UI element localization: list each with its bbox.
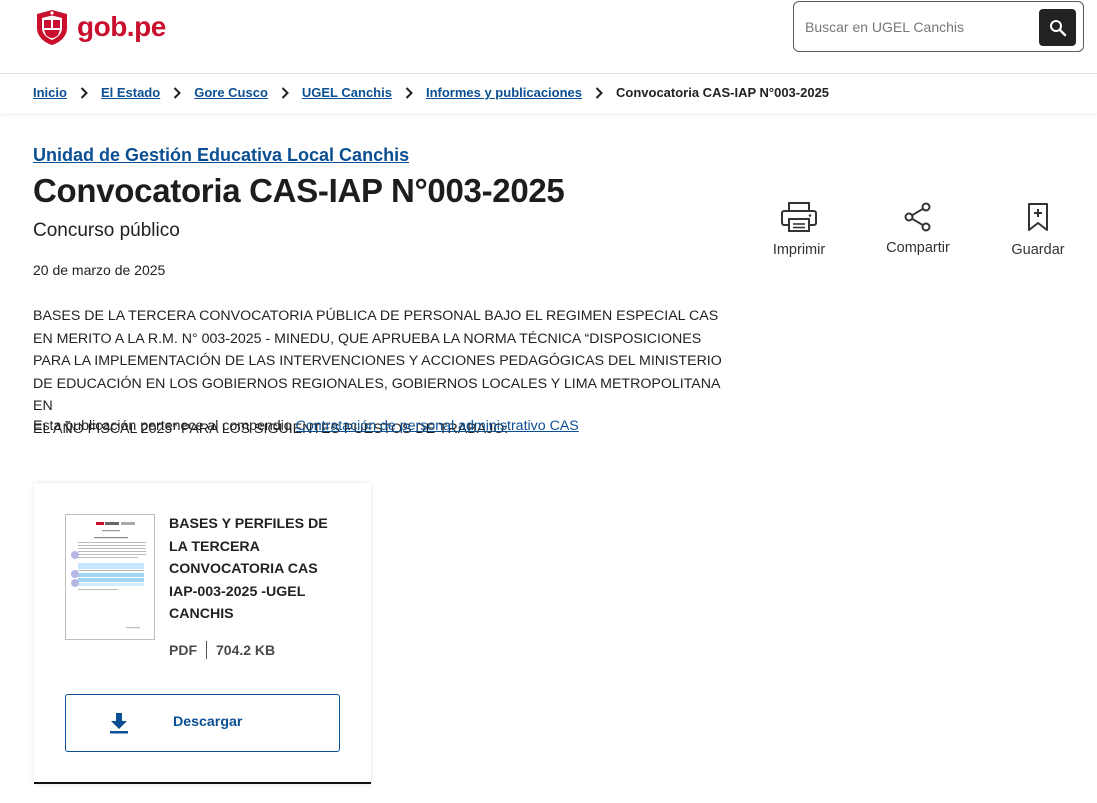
site-header: gob.pe	[0, 0, 1097, 74]
download-button[interactable]: Descargar	[65, 694, 340, 752]
logo-text: gob.pe	[77, 11, 166, 42]
search-box	[793, 1, 1084, 52]
printer-icon	[781, 202, 817, 232]
compendium-link[interactable]: Contratación de personal administrativo …	[296, 418, 579, 434]
print-button[interactable]: Imprimir	[749, 200, 849, 258]
document-title-line: IAP-003-2025 -UGEL	[169, 583, 306, 600]
breadcrumb-el-estado[interactable]: El Estado	[101, 85, 160, 100]
document-meta: PDF 704.2 KB	[169, 641, 275, 659]
chevron-right-icon	[595, 86, 603, 99]
chevron-right-icon	[80, 86, 88, 99]
share-button[interactable]: Compartir	[868, 200, 968, 256]
document-title: BASES Y PERFILES DE LA TERCERA CONVOCATO…	[169, 513, 344, 626]
page-subtitle: Concurso público	[33, 220, 180, 241]
download-icon	[110, 713, 128, 734]
meta-divider	[206, 641, 207, 659]
breadcrumb-bar: Inicio El Estado Gore Cusco UGEL Canchis…	[0, 75, 1097, 113]
search-icon	[1049, 19, 1066, 36]
document-title-line: CONVOCATORIA CAS	[169, 561, 318, 577]
breadcrumb: Inicio El Estado Gore Cusco UGEL Canchis…	[33, 85, 829, 100]
breadcrumb-gore-cusco[interactable]: Gore Cusco	[194, 85, 268, 100]
document-title-line: CANCHIS	[169, 606, 234, 622]
compendium-prefix: Esta publicación pertenece al compendio	[33, 418, 292, 434]
description-line: PARA LA IMPLEMENTACIÓN DE LAS INTERVENCI…	[33, 353, 722, 369]
search-input[interactable]	[805, 16, 1025, 38]
document-title-line: LA TERCERA	[169, 538, 260, 555]
save-label: Guardar	[1011, 242, 1065, 258]
bookmark-icon	[1028, 203, 1048, 231]
breadcrumb-informes[interactable]: Informes y publicaciones	[426, 85, 582, 100]
page-title: Convocatoria CAS-IAP N°003-2025	[33, 172, 565, 209]
document-size: 704.2 KB	[216, 642, 276, 658]
document-thumbnail[interactable]	[65, 514, 155, 640]
publication-date: 20 de marzo de 2025	[33, 262, 166, 278]
breadcrumb-inicio[interactable]: Inicio	[33, 85, 67, 100]
gob-pe-logo[interactable]: gob.pe	[33, 8, 166, 46]
peru-coat-of-arms-icon	[37, 10, 67, 45]
chevron-right-icon	[405, 86, 413, 99]
description-line: BASES DE LA TERCERA CONVOCATORIA PÚBLICA…	[33, 308, 719, 324]
document-format: PDF	[169, 642, 197, 658]
pdf-page-preview-icon	[71, 522, 146, 629]
share-label: Compartir	[886, 240, 950, 256]
print-label: Imprimir	[772, 242, 826, 258]
description-line: DE EDUCACIÓN EN LOS GOBIERNOS REGIONALES…	[33, 375, 720, 415]
search-button[interactable]	[1039, 9, 1076, 46]
document-title-line: BASES Y PERFILES DE	[169, 516, 328, 532]
save-button[interactable]: Guardar	[988, 200, 1088, 258]
breadcrumb-current: Convocatoria CAS-IAP N°003-2025	[616, 85, 830, 100]
chevron-right-icon	[173, 86, 182, 99]
download-label: Descargar	[173, 714, 243, 730]
breadcrumb-ugel-canchis[interactable]: UGEL Canchis	[302, 85, 392, 100]
share-icon	[904, 202, 931, 232]
org-link[interactable]: Unidad de Gestión Educativa Local Canchi…	[33, 145, 409, 166]
description-line: EN MERITO A LA R.M. N° 003-2025 - MINEDU…	[33, 330, 702, 347]
document-card: BASES Y PERFILES DE LA TERCERA CONVOCATO…	[34, 483, 371, 784]
compendium-note: Esta publicación pertenece al compendio …	[33, 418, 579, 434]
chevron-right-icon	[281, 86, 289, 99]
